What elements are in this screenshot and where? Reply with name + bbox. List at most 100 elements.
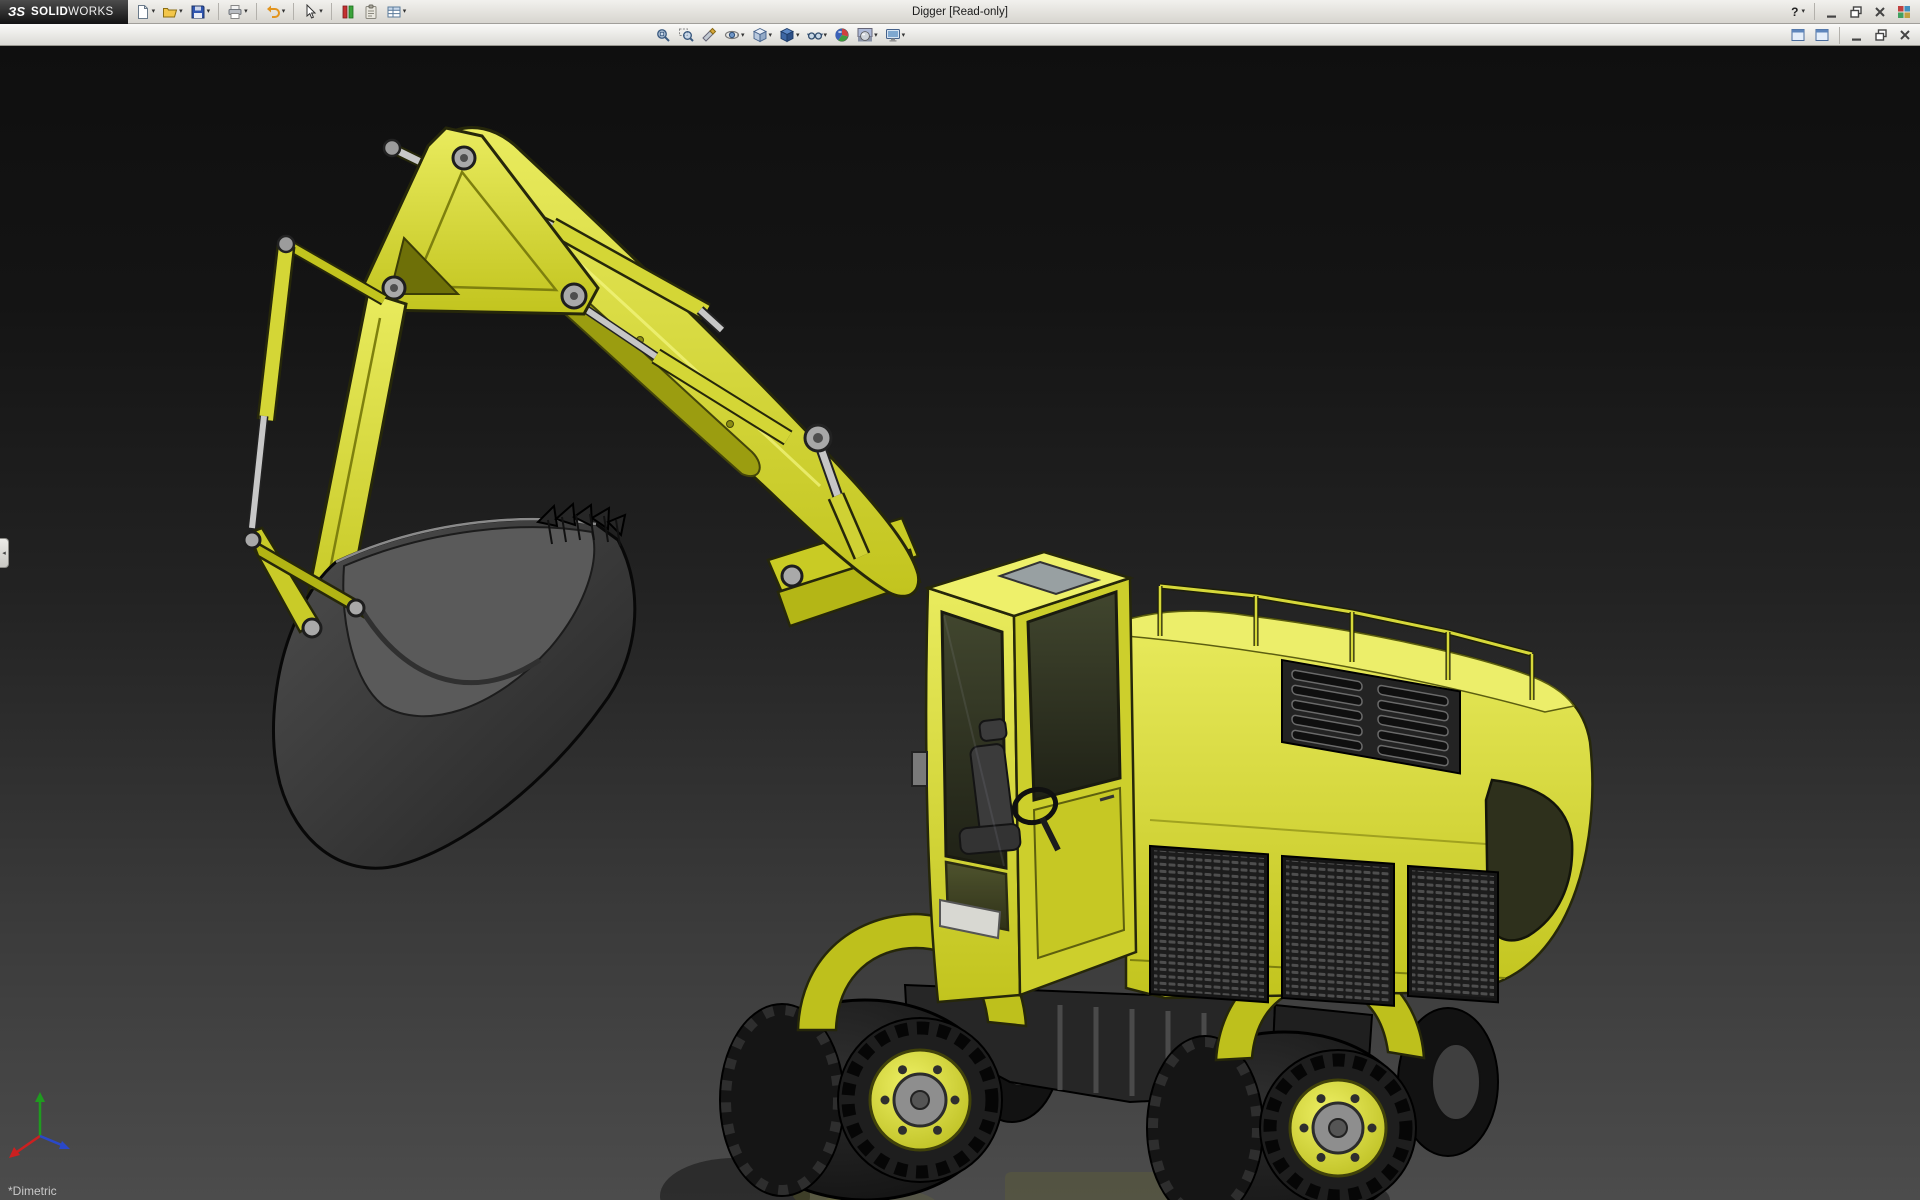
- options-table-icon: [386, 4, 402, 20]
- toolbar-separator: [1814, 3, 1815, 20]
- open-button[interactable]: ▾: [159, 1, 186, 22]
- dropdown-arrow-icon: ▾: [741, 32, 745, 39]
- blue-window-icon: [1790, 27, 1806, 43]
- view-orientation-label: *Dimetric: [8, 1184, 57, 1198]
- dropdown-arrow-icon: ▾: [796, 32, 800, 39]
- scene-ball-icon: [857, 27, 873, 43]
- orientation-triad: [9, 1092, 70, 1158]
- rotate-orbit-icon: [724, 27, 740, 43]
- dropdown-arrow-icon: ▾: [319, 8, 323, 15]
- standard-toolbar: ▾ ▾ ▾ ▾ ▾ ▾ ▾: [128, 0, 414, 24]
- restore-icon: [1848, 4, 1864, 20]
- new-button[interactable]: ▾: [132, 1, 159, 22]
- print-icon: [227, 4, 243, 20]
- undo-button[interactable]: ▾: [262, 1, 289, 22]
- help-button[interactable]: ? ▾: [1786, 1, 1808, 22]
- view-cube-icon: [752, 27, 768, 43]
- dropdown-arrow-icon: ▾: [902, 32, 906, 39]
- toolbar-separator: [256, 3, 257, 20]
- dropdown-arrow-icon: ▾: [874, 32, 878, 39]
- excavator-model[interactable]: [244, 128, 1592, 1200]
- front-wheel[interactable]: [720, 1000, 1002, 1200]
- view-toolbar-center: ▾ ▾ ▾ ▾ ▾ ▾: [652, 24, 908, 46]
- resources-flyout-button[interactable]: [1893, 1, 1915, 22]
- zoom-to-area-button[interactable]: [675, 25, 697, 45]
- select-cursor-icon: [302, 4, 318, 20]
- apply-scene-button[interactable]: ▾: [854, 25, 881, 45]
- traffic-bars-icon: [340, 4, 356, 20]
- dropdown-arrow-icon: ▾: [282, 8, 286, 15]
- model-scene: [0, 46, 1920, 1200]
- rotate-view-button[interactable]: ▾: [721, 25, 748, 45]
- view-settings-icon: [885, 27, 901, 43]
- brand-name: SOLIDWORKS: [31, 6, 114, 18]
- document-window-controls: [1787, 24, 1916, 46]
- close-icon: [1897, 27, 1913, 43]
- section-view-button[interactable]: [698, 25, 720, 45]
- zoom-to-fit-button[interactable]: [652, 25, 674, 45]
- side-grilles: [1150, 846, 1498, 1006]
- dropdown-arrow-icon: ▾: [824, 32, 828, 39]
- app-title-bar: ЗS SOLIDWORKS ▾▾▾▾▾▾▾ Digger [Read-only]…: [0, 0, 1920, 24]
- cab-door[interactable]: [1034, 788, 1124, 958]
- toolbar-separator: [293, 3, 294, 20]
- doc-window-1-button[interactable]: [1787, 25, 1809, 45]
- window-controls: ? ▾: [1786, 1, 1920, 22]
- view-settings-button[interactable]: ▾: [882, 25, 909, 45]
- appearance-ball-icon: [834, 27, 850, 43]
- xpert-tools-button[interactable]: [337, 1, 359, 22]
- toolbar-separator: [331, 3, 332, 20]
- rear-wheel[interactable]: [1147, 1032, 1416, 1200]
- save-icon: [190, 4, 206, 20]
- view-orientation-button[interactable]: ▾: [749, 25, 776, 45]
- close-icon: [1872, 4, 1888, 20]
- dropdown-arrow-icon: ▾: [207, 8, 211, 15]
- toolbar-separator: [1839, 27, 1840, 44]
- heads-up-view-toolbar: ▾ ▾ ▾ ▾ ▾ ▾: [0, 24, 1920, 46]
- display-style-button[interactable]: ▾: [776, 25, 803, 45]
- brand-name-light: WORKS: [68, 6, 113, 18]
- doc-window-2-button[interactable]: [1811, 25, 1833, 45]
- save-button[interactable]: ▾: [187, 1, 214, 22]
- app-close-button[interactable]: [1869, 1, 1891, 22]
- solidworks-logo: ЗS SOLIDWORKS: [0, 0, 128, 24]
- clipboard-icon: [363, 4, 379, 20]
- panel-collapse-arrow[interactable]: ◂: [0, 538, 9, 568]
- new-document-icon: [135, 4, 151, 20]
- graphics-viewport[interactable]: *Dimetric ◂: [0, 46, 1920, 1200]
- help-label: ?: [1789, 5, 1800, 19]
- file-properties-button[interactable]: [360, 1, 382, 22]
- shaded-cube-icon: [779, 27, 795, 43]
- dropdown-arrow-icon: ▾: [403, 8, 407, 15]
- restore-icon: [1873, 27, 1889, 43]
- app-minimize-button[interactable]: [1821, 1, 1843, 22]
- dropdown-arrow-icon: ▾: [179, 8, 183, 15]
- edit-appearance-button[interactable]: [831, 25, 853, 45]
- dropdown-arrow-icon: ▾: [152, 8, 156, 15]
- toolbar-separator: [218, 3, 219, 20]
- side-mirror: [912, 752, 927, 786]
- dropdown-arrow-icon: ▾: [244, 8, 248, 15]
- engine-housing[interactable]: [1126, 586, 1592, 1006]
- minimize-icon: [1824, 4, 1840, 20]
- app-restore-button[interactable]: [1845, 1, 1867, 22]
- door-window: [1028, 592, 1120, 800]
- minimize-icon: [1849, 27, 1865, 43]
- eyeglasses-icon: [807, 27, 823, 43]
- options-button[interactable]: ▾: [383, 1, 410, 22]
- doc-minimize-button[interactable]: [1846, 25, 1868, 45]
- hide-show-items-button[interactable]: ▾: [804, 25, 831, 45]
- blue-window-icon: [1814, 27, 1830, 43]
- doc-restore-button[interactable]: [1870, 25, 1892, 45]
- zoom-fit-icon: [655, 27, 671, 43]
- dropdown-arrow-icon: ▾: [1801, 8, 1805, 15]
- doc-close-button[interactable]: [1894, 25, 1916, 45]
- resources-grid-icon: [1896, 4, 1912, 20]
- print-button[interactable]: ▾: [224, 1, 251, 22]
- dropdown-arrow-icon: ▾: [769, 32, 773, 39]
- section-knife-icon: [701, 27, 717, 43]
- undo-icon: [265, 4, 281, 20]
- brand-name-bold: SOLID: [31, 6, 68, 18]
- select-button[interactable]: ▾: [299, 1, 326, 22]
- cab[interactable]: [912, 552, 1136, 1002]
